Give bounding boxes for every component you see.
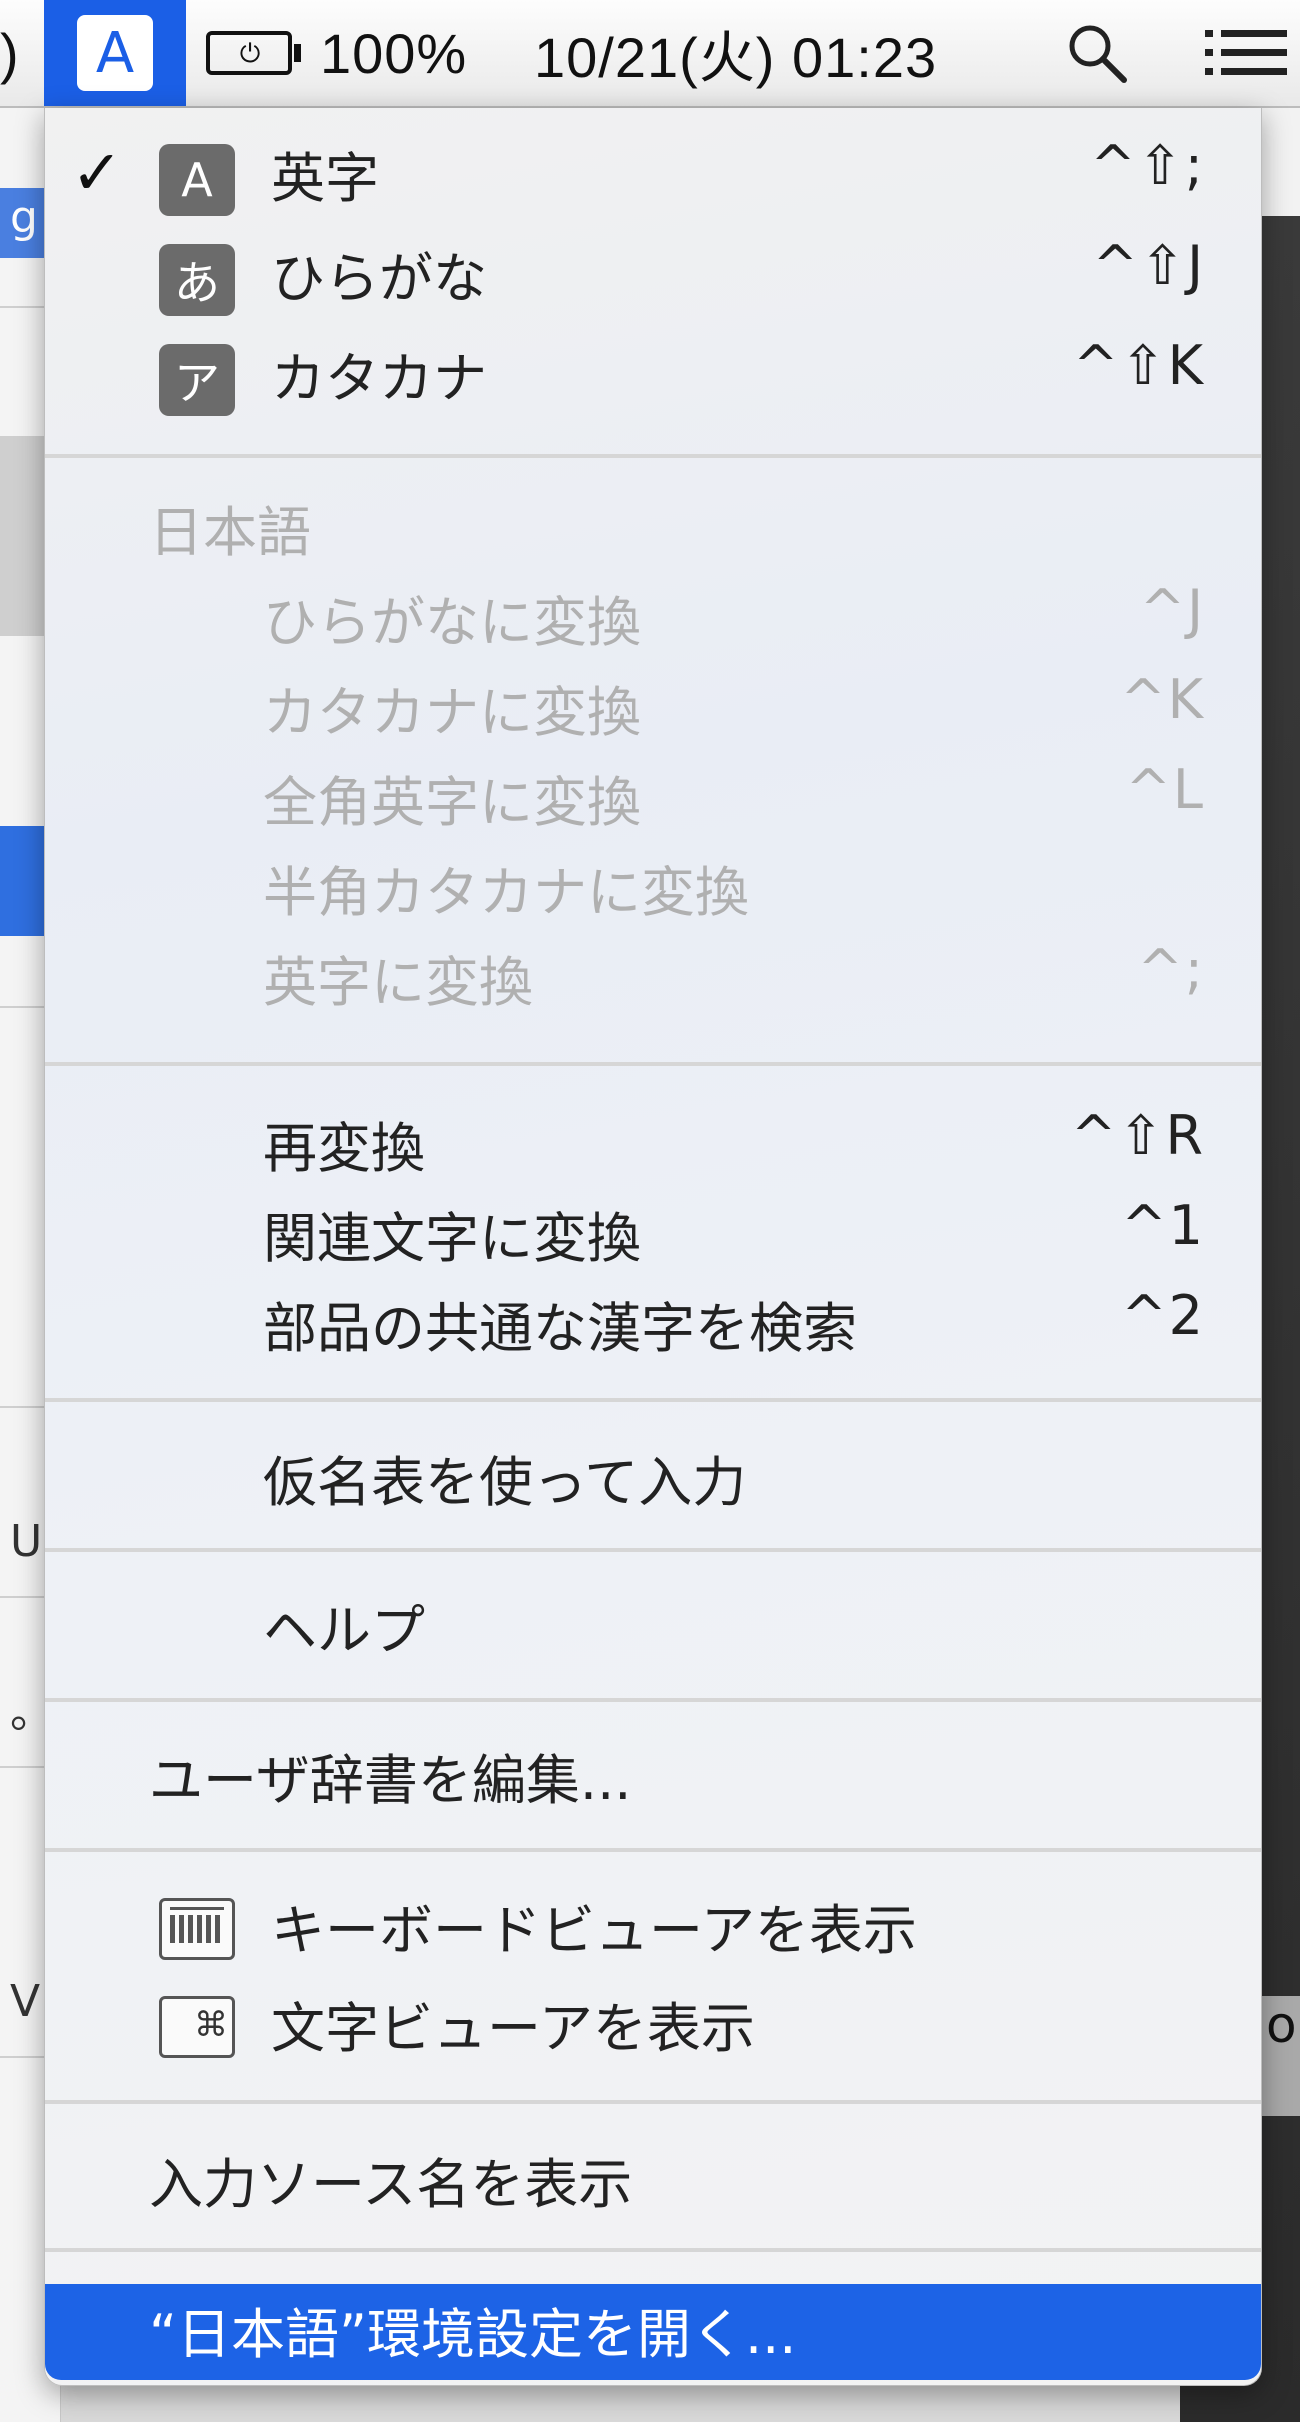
menu-item-shortcut: ^J [1139,578,1205,641]
section-heading-label: 日本語 [149,501,311,564]
menu-item-label: 入力ソース名を表示 [149,2153,633,2216]
section-heading-japanese: 日本語 [45,480,1261,576]
menu-item-shortcut: ^K [1120,668,1205,731]
menu-item-shortcut: ^⇧; [1090,134,1205,197]
menu-item-label: カタカナ [271,347,487,410]
character-viewer-icon: ⌘ [159,1996,235,2058]
checkmark-icon: ✓ [71,136,123,209]
input-source-dropdown-menu: ✓ A 英字 ^⇧; あ ひらがな ^⇧J ア カタカナ ^⇧K 日本語 ひらが… [44,108,1262,2386]
menu-item-help[interactable]: ヘルプ [45,1578,1261,1674]
menu-separator [45,1398,1261,1402]
menu-item-eiji[interactable]: ✓ A 英字 ^⇧; [45,126,1261,222]
menu-item-open-japanese-preferences[interactable]: “日本語”環境設定を開く... [45,2284,1261,2380]
background-glyph: g [10,192,38,243]
menu-separator [45,1062,1261,1066]
battery-icon[interactable]: ⏻ [206,31,301,75]
menu-item-convert-hiragana: ひらがなに変換 ^J [45,570,1261,666]
menu-item-convert-halfwidth-katakana: 半角カタカナに変換 [45,840,1261,936]
menu-item-character-viewer[interactable]: ⌘ 文字ビューアを表示 [45,1976,1261,2072]
menu-item-hiragana[interactable]: あ ひらがな ^⇧J [45,226,1261,322]
menu-item-shortcut: ^1 [1121,1194,1205,1257]
menu-item-convert-katakana: カタカナに変換 ^K [45,660,1261,756]
menu-item-label: 仮名表を使って入力 [263,1451,747,1514]
input-source-menu-button[interactable]: A [44,0,186,106]
keyboard-viewer-icon [159,1898,235,1960]
menu-item-convert-eiji: 英字に変換 ^; [45,930,1261,1026]
input-source-hiragana-icon: あ [159,244,235,316]
menu-item-label: ユーザ辞書を編集... [149,1749,632,1812]
menu-item-label: カタカナに変換 [263,681,641,744]
menu-separator [45,1848,1261,1852]
menu-bar: ) A ⏻ 100% 10/21(火) 01:23 [0,0,1300,108]
menu-item-label: 英字に変換 [263,951,533,1014]
menu-item-shortcut: ^⇧R [1070,1104,1205,1167]
background-glyph: V [10,1976,41,2027]
input-source-katakana-icon: ア [159,344,235,416]
menu-item-shortcut: ^L [1125,758,1205,821]
menu-item-convert-fullwidth: 全角英字に変換 ^L [45,750,1261,846]
background-glyph: U [10,1516,43,1567]
menu-item-label: ヘルプ [263,1599,425,1662]
menu-item-related-chars[interactable]: 関連文字に変換 ^1 [45,1186,1261,1282]
menu-item-shortcut: ^⇧K [1073,334,1205,397]
notification-center-icon[interactable] [1198,0,1294,106]
menu-item-label: 文字ビューアを表示 [271,1997,755,2060]
menu-separator [45,1548,1261,1552]
menu-item-shortcut: ^⇧J [1092,234,1205,297]
battery-percentage[interactable]: 100% [320,0,467,106]
menu-separator [45,2248,1261,2252]
menu-item-label: 英字 [271,147,379,210]
menu-item-label: キーボードビューアを表示 [271,1899,917,1962]
menu-item-shortcut: ^; [1137,938,1205,1001]
menu-item-label: 全角英字に変換 [263,771,641,834]
menu-item-show-input-source-name[interactable]: 入力ソース名を表示 [45,2132,1261,2228]
menu-separator [45,1698,1261,1702]
spotlight-search-icon[interactable] [1062,0,1132,106]
menu-separator [45,454,1261,458]
input-source-icon: A [77,15,153,91]
menu-item-label: 関連文字に変換 [263,1207,641,1270]
menu-item-label: “日本語”環境設定を開く... [149,2303,797,2366]
menu-item-label: 半角カタカナに変換 [263,861,749,924]
charging-plug-icon: ⏻ [239,38,261,68]
menu-bar-partial-item[interactable]: ) [0,0,30,106]
menu-separator [45,2100,1261,2104]
menu-item-katakana[interactable]: ア カタカナ ^⇧K [45,326,1261,422]
menu-item-search-kanji-parts[interactable]: 部品の共通な漢字を検索 ^2 [45,1276,1261,1372]
clock[interactable]: 10/21(火) 01:23 [534,0,937,106]
menu-item-keyboard-viewer[interactable]: キーボードビューアを表示 [45,1878,1261,1974]
background-label: o [1260,1996,1300,2116]
menu-item-label: 再変換 [263,1117,425,1180]
menu-item-edit-user-dictionary[interactable]: ユーザ辞書を編集... [45,1728,1261,1824]
menu-item-label: 部品の共通な漢字を検索 [263,1297,857,1360]
menu-item-label: ひらがなに変換 [263,591,641,654]
menu-item-kana-table[interactable]: 仮名表を使って入力 [45,1430,1261,1526]
menu-item-label: ひらがな [271,247,487,310]
menu-item-shortcut: ^2 [1121,1284,1205,1347]
input-source-eiji-icon: A [159,144,235,216]
menu-item-reconvert[interactable]: 再変換 ^⇧R [45,1096,1261,1192]
